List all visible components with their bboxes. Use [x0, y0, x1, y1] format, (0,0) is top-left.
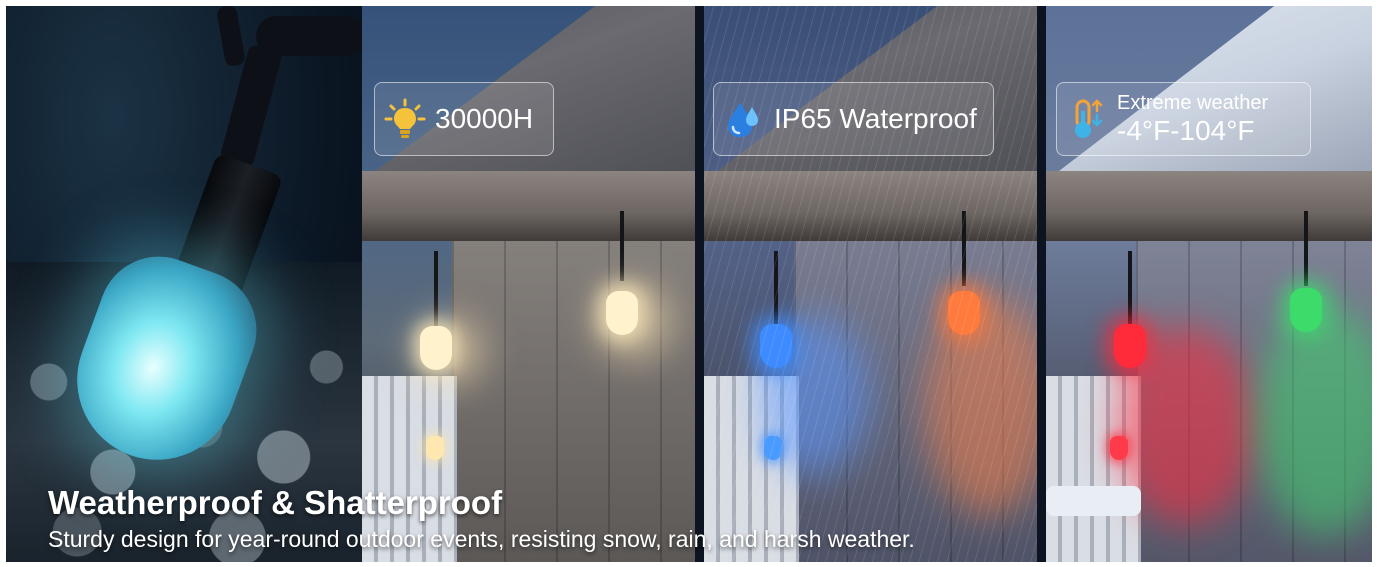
- string-bulb: [420, 326, 452, 370]
- feature-text: 30000H: [435, 103, 534, 134]
- lifespan-badge: 30000H: [374, 82, 554, 156]
- string-bulb: [1110, 436, 1128, 460]
- bulb-wire: [1128, 251, 1132, 326]
- waterproof-badge: IP65 Waterproof: [713, 82, 994, 156]
- headline: Weatherproof & Shatterproof: [48, 484, 503, 521]
- string-bulb: [606, 291, 638, 335]
- string-bulb: [1114, 324, 1146, 368]
- lightbulb-icon: [384, 98, 426, 138]
- power-cord: [215, 6, 247, 68]
- feature-value: -4°F-104°F: [1117, 114, 1255, 146]
- feature-label: Extreme weather: [1117, 91, 1269, 114]
- gutter: [362, 171, 695, 241]
- bulb-wire: [620, 211, 624, 281]
- water-drop-icon: [728, 103, 758, 137]
- gutter: [1046, 171, 1372, 241]
- string-bulb: [1290, 288, 1322, 332]
- temperature-badge: Extreme weather -4°F-104°F: [1056, 82, 1311, 156]
- subheadline: Sturdy design for year-round outdoor eve…: [48, 526, 915, 552]
- thermometer-icon: [1075, 99, 1103, 138]
- string-bulb: [426, 436, 444, 460]
- hero-bulb-panel: [6, 6, 362, 562]
- feature-text-block: Extreme weather -4°F-104°F: [1117, 92, 1268, 147]
- feature-text: IP65 Waterproof: [774, 103, 977, 134]
- snow-mound: [1046, 486, 1141, 516]
- product-banner: 30000H IP65 Waterproof Extreme weather -…: [6, 6, 1372, 562]
- bulb-wire: [1304, 211, 1308, 286]
